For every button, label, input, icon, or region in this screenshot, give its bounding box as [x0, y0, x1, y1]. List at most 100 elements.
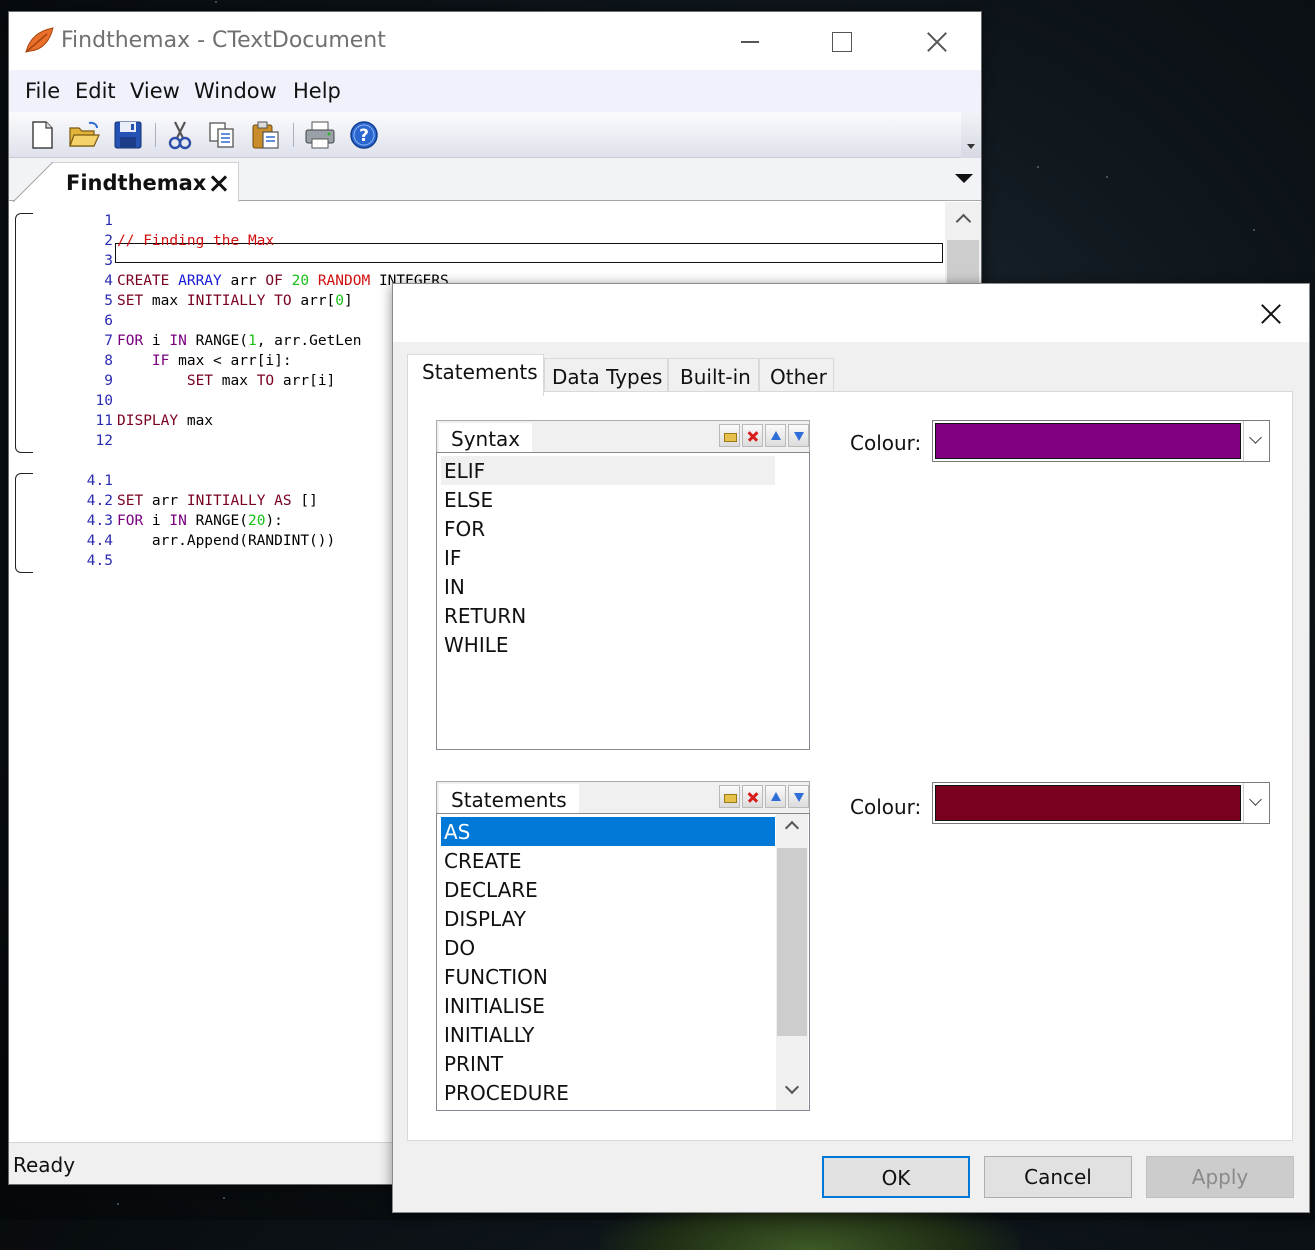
fold-bracket[interactable]	[15, 473, 33, 573]
list-item[interactable]: WHILE	[441, 630, 775, 659]
new-item-icon[interactable]	[719, 785, 740, 808]
new-item-icon[interactable]	[719, 424, 740, 447]
list-item[interactable]: FUNCTION	[441, 962, 775, 991]
syntax-colour-dialog: Statements Data Types Built-in Other Syn…	[392, 283, 1310, 1213]
tab-statements[interactable]: Statements	[407, 354, 544, 396]
move-up-icon[interactable]	[765, 424, 786, 447]
scrollbar-thumb[interactable]	[777, 848, 807, 1036]
list-item[interactable]: IF	[441, 543, 775, 572]
scroll-up-arrow-icon[interactable]	[776, 814, 808, 846]
maximize-button[interactable]	[817, 22, 867, 62]
document-tab-label: Findthemax	[66, 171, 207, 195]
dialog-title-bar[interactable]	[393, 284, 1309, 342]
tab-data-types[interactable]: Data Types	[544, 358, 668, 394]
statements-listbox[interactable]: PROCEDURE PRINT INITIALLY INITIALISE FUNCTIO…	[436, 813, 810, 1111]
move-down-icon[interactable]	[788, 424, 809, 447]
line-code: arr.Append(RANDINT())	[117, 533, 335, 549]
code-token: ):	[265, 513, 283, 529]
line-number: 2	[104, 233, 113, 249]
delete-item-icon[interactable]	[742, 785, 763, 808]
star-dot	[1037, 166, 1039, 168]
code-token: arr[	[291, 293, 336, 309]
copy-icon[interactable]	[205, 119, 239, 151]
new-file-icon[interactable]	[25, 119, 59, 151]
code-token: OF	[265, 273, 283, 289]
list-item[interactable]: DO	[441, 933, 775, 962]
document-tab[interactable]: Findthemax	[13, 162, 239, 202]
list-item[interactable]: DISPLAY	[441, 904, 775, 933]
line-code: SET max INITIALLY TO arr[0]	[117, 293, 353, 309]
line-number: 4	[104, 273, 113, 289]
tab-other[interactable]: Other	[759, 358, 834, 394]
list-item[interactable]: PRINT	[441, 1049, 775, 1078]
cancel-button[interactable]: Cancel	[984, 1156, 1132, 1198]
tab-panel-statements: Syntax WHILE RETURN IN IF FOR ELSE ELIF Colour…	[407, 391, 1293, 1141]
list-item[interactable]: INITIALISE	[441, 991, 775, 1020]
line-number: 10	[95, 393, 113, 409]
scroll-down-arrow-icon[interactable]	[776, 1078, 808, 1110]
list-item[interactable]: PROCEDURE	[441, 1078, 775, 1107]
statements-list-scrollbar[interactable]	[776, 814, 808, 1110]
open-folder-icon[interactable]	[67, 119, 101, 151]
line-number: 11	[95, 413, 113, 429]
list-item[interactable]: ELIF	[441, 456, 775, 485]
move-down-icon[interactable]	[788, 785, 809, 808]
close-button[interactable]	[909, 22, 959, 62]
list-item[interactable]: DECLARE	[441, 875, 775, 904]
menu-edit[interactable]: Edit	[75, 79, 116, 103]
help-icon[interactable]: ?	[347, 119, 381, 151]
tab-close-icon[interactable]	[209, 172, 231, 194]
code-token: TO	[274, 293, 292, 309]
paste-icon[interactable]	[249, 119, 283, 151]
menu-window[interactable]: Window	[194, 79, 277, 103]
code-token: DISPLAY	[117, 413, 179, 429]
title-bar[interactable]: Findthemax - CTextDocument	[9, 12, 981, 70]
list-item[interactable]: ELSE	[441, 485, 775, 514]
minimize-button[interactable]	[723, 22, 773, 62]
list-item[interactable]: IN	[441, 572, 775, 601]
delete-item-icon[interactable]	[742, 424, 763, 447]
menu-file[interactable]: File	[25, 79, 60, 103]
code-token: INITIALLY	[186, 493, 266, 509]
chevron-down-icon[interactable]	[1243, 783, 1269, 823]
syntax-listbox[interactable]: WHILE RETURN IN IF FOR ELSE ELIF	[436, 452, 810, 750]
code-token: ARRAY	[178, 273, 222, 289]
code-token: max	[178, 413, 214, 429]
code-token: 20	[291, 273, 310, 289]
dialog-close-button[interactable]	[1257, 300, 1287, 330]
code-token: SET	[117, 493, 144, 509]
toolbar-overflow-button[interactable]	[961, 112, 981, 158]
list-item[interactable]: RETURN	[441, 601, 775, 630]
print-icon[interactable]	[303, 119, 337, 151]
list-item[interactable]: INITIALLY	[441, 1020, 775, 1049]
tab-built-in[interactable]: Built-in	[668, 358, 759, 394]
syntax-colour-picker[interactable]	[932, 420, 1270, 462]
menu-view[interactable]: View	[130, 79, 180, 103]
ok-button[interactable]: OK	[822, 1156, 970, 1198]
chevron-down-icon[interactable]	[1243, 421, 1269, 461]
cut-icon[interactable]	[163, 119, 197, 151]
tab-list-dropdown-icon[interactable]	[955, 174, 973, 183]
line-code: SET arr INITIALLY AS []	[117, 493, 318, 509]
apply-button[interactable]: Apply	[1146, 1156, 1294, 1198]
toolbar-separator	[293, 123, 294, 147]
code-token: INITIALLY	[186, 293, 266, 309]
code-token: IN	[169, 333, 187, 349]
move-up-icon[interactable]	[765, 785, 786, 808]
line-number: 9	[104, 373, 113, 389]
statements-colour-picker[interactable]	[932, 782, 1270, 824]
list-item[interactable]: AS	[441, 817, 775, 846]
list-item[interactable]: FOR	[441, 514, 775, 543]
code-token: TO	[256, 373, 275, 389]
line-number: 4.5	[86, 553, 113, 569]
status-text: Ready	[13, 1153, 76, 1177]
menu-help[interactable]: Help	[293, 79, 341, 103]
svg-text:?: ?	[359, 126, 369, 146]
fold-bracket[interactable]	[15, 213, 33, 453]
scroll-up-arrow-icon[interactable]	[945, 202, 981, 238]
list-item[interactable]: CREATE	[441, 846, 775, 875]
line-code: DISPLAY max	[117, 413, 213, 429]
save-icon[interactable]	[111, 119, 145, 151]
